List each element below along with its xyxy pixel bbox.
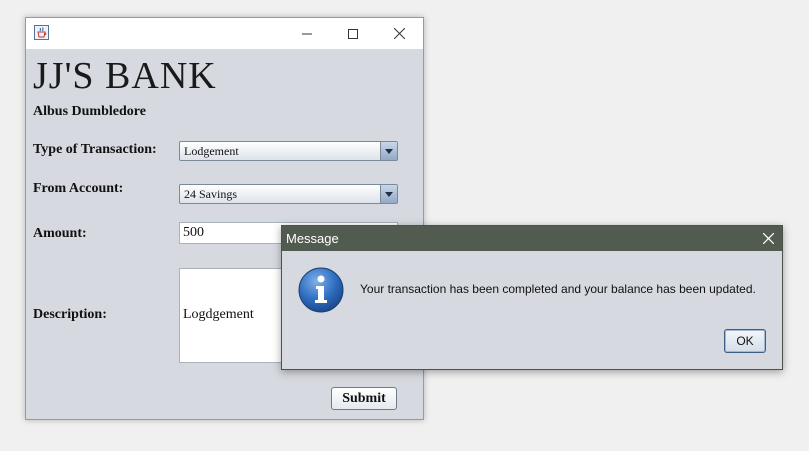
bank-title: JJ'S BANK bbox=[33, 55, 217, 97]
user-name: Albus Dumbledore bbox=[33, 104, 146, 119]
ok-button[interactable]: OK bbox=[724, 329, 766, 353]
message-dialog: Message Your transaction has been comple… bbox=[281, 225, 783, 370]
dialog-close-button[interactable] bbox=[760, 230, 776, 246]
transaction-type-select[interactable]: Lodgement bbox=[179, 141, 398, 161]
dialog-title: Message bbox=[286, 231, 339, 246]
chevron-down-icon[interactable] bbox=[380, 185, 397, 203]
dialog-titlebar[interactable]: Message bbox=[282, 226, 782, 251]
transaction-type-value: Lodgement bbox=[184, 144, 239, 158]
maximize-icon bbox=[348, 28, 358, 39]
submit-button[interactable]: Submit bbox=[331, 387, 397, 410]
dialog-message: Your transaction has been completed and … bbox=[360, 282, 756, 296]
from-account-label: From Account: bbox=[33, 181, 124, 196]
minimize-icon bbox=[302, 33, 312, 34]
java-cup-icon bbox=[34, 25, 49, 40]
window-titlebar[interactable] bbox=[26, 18, 423, 49]
maximize-button[interactable] bbox=[330, 18, 376, 49]
description-value: Logdgement bbox=[183, 307, 254, 322]
amount-label: Amount: bbox=[33, 226, 87, 241]
transaction-type-label: Type of Transaction: bbox=[33, 142, 157, 157]
info-icon bbox=[298, 267, 344, 313]
close-icon bbox=[393, 28, 405, 39]
from-account-value: 24 Savings bbox=[184, 187, 238, 201]
minimize-button[interactable] bbox=[284, 18, 330, 49]
description-label: Description: bbox=[33, 307, 107, 322]
chevron-down-icon[interactable] bbox=[380, 142, 397, 160]
close-button[interactable] bbox=[376, 18, 422, 49]
close-icon bbox=[762, 232, 774, 244]
from-account-select[interactable]: 24 Savings bbox=[179, 184, 398, 204]
